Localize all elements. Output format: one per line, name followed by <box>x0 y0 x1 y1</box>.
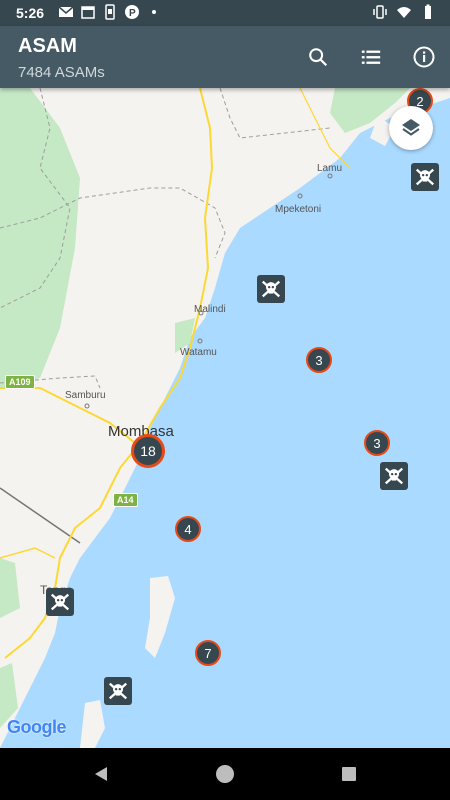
search-button[interactable] <box>304 43 332 71</box>
label-watamu: Watamu <box>180 347 217 358</box>
gmail-icon <box>58 6 74 17</box>
recents-button[interactable] <box>336 761 362 787</box>
status-time: 5:26 <box>16 5 45 21</box>
search-icon <box>309 48 328 67</box>
road-shield-a109: A109 <box>5 375 35 389</box>
phone-icon <box>105 4 115 20</box>
asam-marker[interactable] <box>380 462 408 490</box>
label-samburu: Samburu <box>65 390 106 401</box>
svg-text:P: P <box>129 8 136 19</box>
asam-marker[interactable] <box>46 588 74 616</box>
google-logo-text: Google <box>7 717 67 737</box>
label-lamu: Lamu <box>317 163 343 174</box>
asam-count: 7484 ASAMs <box>18 64 105 81</box>
asam-marker[interactable] <box>411 163 439 191</box>
wifi-icon <box>397 7 411 18</box>
road-shield-a14: A14 <box>113 493 138 507</box>
app-title: ASAM <box>18 35 77 57</box>
back-button[interactable] <box>88 761 114 787</box>
asam-cluster[interactable]: 18 <box>131 434 165 468</box>
navigation-bar <box>0 748 450 800</box>
battery-icon <box>425 4 431 19</box>
info-button[interactable] <box>410 43 438 71</box>
vibrate-icon <box>373 5 387 19</box>
app-bar: ASAM 7484 ASAMs <box>0 26 450 88</box>
status-bar: 5:26 P <box>0 0 450 26</box>
asam-cluster[interactable]: 7 <box>195 640 221 666</box>
layers-icon <box>402 119 420 136</box>
map-view[interactable]: Lamu Mpeketoni Malindi Watamu Samburu Mo… <box>0 88 450 748</box>
skull-crossbones-icon <box>50 593 70 611</box>
notification-dot-icon <box>152 10 156 14</box>
map-base <box>0 88 450 748</box>
skull-crossbones-icon <box>108 682 128 700</box>
asam-marker[interactable] <box>104 677 132 705</box>
skull-crossbones-icon <box>261 280 281 298</box>
google-attribution: Google <box>7 717 67 738</box>
info-icon <box>413 46 435 68</box>
list-icon <box>361 50 381 64</box>
asam-cluster[interactable]: 3 <box>306 347 332 373</box>
back-triangle-icon <box>95 767 107 781</box>
app-screen: 5:26 P ASAM 7484 ASAMs Lamu Mpeketoni Ma… <box>0 0 450 800</box>
recents-square-icon <box>342 767 356 781</box>
label-mpeketoni: Mpeketoni <box>275 204 322 215</box>
asam-marker[interactable] <box>257 275 285 303</box>
home-button[interactable] <box>212 761 238 787</box>
asam-cluster[interactable]: 3 <box>364 430 390 456</box>
list-button[interactable] <box>357 43 385 71</box>
calendar-icon <box>81 6 95 19</box>
pandora-icon: P <box>125 5 139 19</box>
asam-cluster[interactable]: 4 <box>175 516 201 542</box>
skull-crossbones-icon <box>415 168 435 186</box>
home-circle-icon <box>216 765 234 783</box>
label-malindi: Malindi <box>194 304 226 315</box>
map-layers-button[interactable] <box>389 106 433 150</box>
skull-crossbones-icon <box>384 467 404 485</box>
